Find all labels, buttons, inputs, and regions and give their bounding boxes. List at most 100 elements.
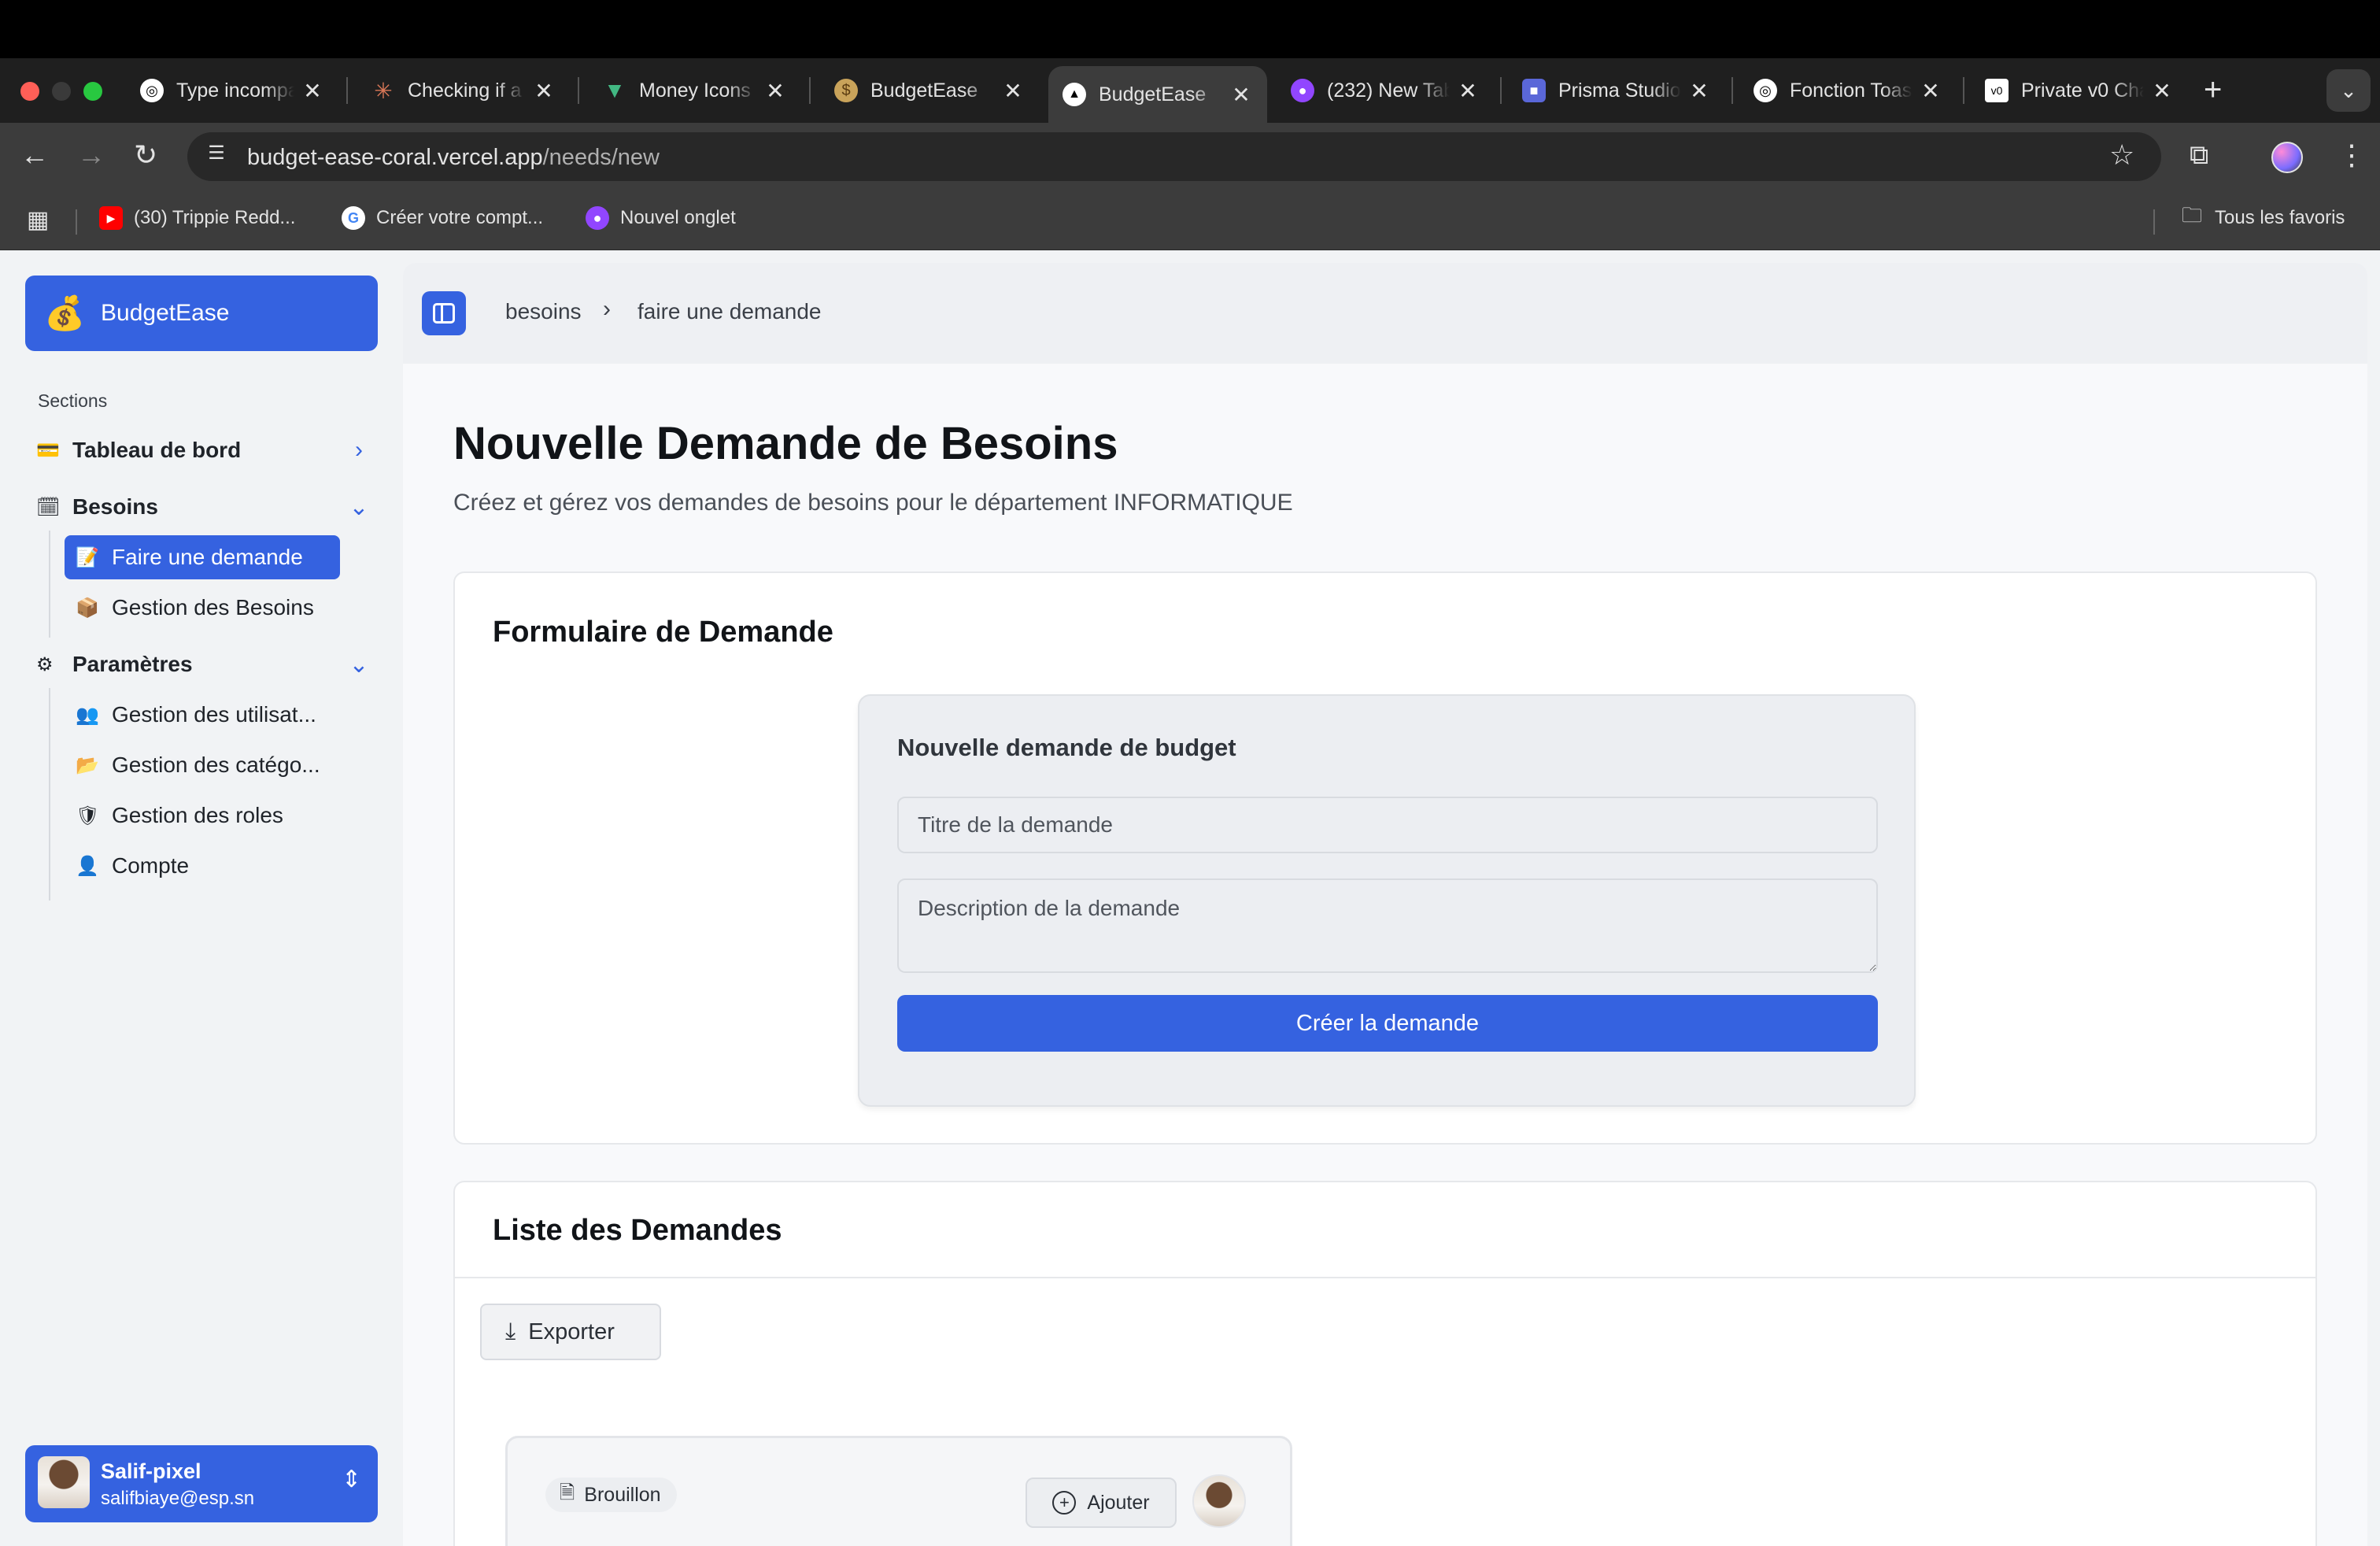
sidebar-toggle-button[interactable] <box>422 291 466 335</box>
all-bookmarks[interactable]: 🗀 Tous les favoris <box>2180 203 2345 230</box>
tab-title: Private v0 Chat <box>2021 79 2144 102</box>
requests-list-card: Liste des Demandes ⤓ Exporter 🗎 Brouillo… <box>453 1181 2317 1546</box>
gear-icon: ⚙ <box>36 653 54 675</box>
browser-tab[interactable]: $ BudgetEase ✕ <box>820 66 1039 115</box>
bookmark-youtube[interactable]: ▶ (30) Trippie Redd... <box>99 206 295 230</box>
card-divider <box>455 1277 2315 1278</box>
close-tab-icon[interactable]: ✕ <box>2150 78 2174 104</box>
avatar <box>38 1456 90 1508</box>
browser-tab[interactable]: ◎ Fonction Toast ✕ <box>1739 66 1957 115</box>
bookmark-star-icon[interactable]: ☆ <box>2109 139 2134 172</box>
tab-title: BudgetEase <box>870 79 978 102</box>
sidebar-item-roles[interactable]: 🛡 Gestion des roles <box>65 793 340 838</box>
close-tab-icon[interactable]: ✕ <box>763 78 787 104</box>
sidebar-panel-icon <box>433 303 455 324</box>
add-request-button[interactable]: + Ajouter <box>1026 1478 1177 1528</box>
calendar-icon: 🗓 <box>36 496 61 518</box>
tab-separator <box>1731 77 1733 104</box>
user-menu[interactable]: Salif-pixel salifbiaye@esp.sn ⇕ <box>25 1445 378 1522</box>
close-window-button[interactable] <box>20 82 39 101</box>
sidebar-group-besoins[interactable]: 🗓 Besoins ⌄ <box>36 485 375 529</box>
close-tab-icon[interactable]: ✕ <box>1456 78 1480 104</box>
chevron-updown-icon: ⇕ <box>342 1466 362 1492</box>
package-icon: 📦 <box>76 597 99 619</box>
url-text[interactable]: budget-ease-coral.vercel.app/needs/new <box>247 145 660 171</box>
money-bag-icon: $ <box>834 79 858 102</box>
tab-title: Fonction Toast <box>1790 79 1913 102</box>
bookmarks-separator <box>76 209 77 235</box>
request-form-card: Formulaire de Demande Nouvelle demande d… <box>453 571 2317 1145</box>
browser-menu-icon[interactable]: ⋮ <box>2338 139 2366 172</box>
request-description-textarea[interactable] <box>897 878 1878 973</box>
google-icon: G <box>342 206 365 230</box>
browser-tab[interactable]: ✳ Checking if a ✕ <box>357 66 570 115</box>
request-title-input[interactable] <box>897 797 1878 853</box>
create-request-button[interactable]: Créer la demande <box>897 995 1878 1052</box>
page-title: Nouvelle Demande de Besoins <box>453 418 1118 469</box>
reload-icon[interactable]: ↻ <box>134 139 157 172</box>
tab-title: Money Icons <box>639 79 751 102</box>
tab-title: Prisma Studio <box>1558 79 1681 102</box>
user-name: Salif-pixel <box>101 1459 201 1483</box>
new-tab-icon[interactable]: + <box>2204 72 2222 108</box>
sidebar-group-parametres[interactable]: ⚙ Paramètres ⌄ <box>36 642 375 686</box>
status-column-draft: 🗎 Brouillon + Ajouter <box>505 1436 1292 1546</box>
system-bar <box>0 0 2380 58</box>
sidebar-item-users[interactable]: 👥 Gestion des utilisat... <box>65 693 340 737</box>
memo-icon: 📝 <box>76 546 99 568</box>
export-button[interactable]: ⤓ Exporter <box>480 1304 661 1360</box>
browser-tab[interactable]: ■ Prisma Studio ✕ <box>1508 66 1725 115</box>
openai-icon: ◎ <box>1754 79 1777 102</box>
bookmark-google[interactable]: G Créer votre compt... <box>342 206 543 230</box>
card-icon: 💳 <box>36 439 60 461</box>
close-tab-icon[interactable]: ✕ <box>532 78 556 104</box>
shield-icon: 🛡 <box>76 804 100 827</box>
sidebar-item-compte[interactable]: 👤 Compte <box>65 844 340 888</box>
zoom-window-button[interactable] <box>83 82 102 101</box>
main-content: besoins › faire une demande Nouvelle Dem… <box>403 263 2367 1546</box>
sidebar-item-label: Compte <box>112 853 190 878</box>
extensions-icon[interactable]: ⧉ <box>2190 140 2208 171</box>
tab-title: (232) New Tab <box>1327 79 1450 102</box>
close-tab-icon[interactable]: ✕ <box>1001 78 1025 104</box>
browser-tab-active[interactable]: ▲ BudgetEase ✕ <box>1048 66 1267 123</box>
close-tab-icon[interactable]: ✕ <box>1919 78 1942 104</box>
add-label: Ajouter <box>1087 1491 1150 1514</box>
all-bookmarks-label: Tous les favoris <box>2215 207 2345 228</box>
bookmarks-separator <box>2153 209 2155 235</box>
brand-name: BudgetEase <box>101 300 230 326</box>
breadcrumb-parent-link[interactable]: besoins <box>505 299 582 324</box>
sidebar-group-dashboard[interactable]: 💳 Tableau de bord › <box>36 428 375 472</box>
minimize-window-button[interactable] <box>52 82 71 101</box>
breadcrumb-current: faire une demande <box>638 299 822 324</box>
apps-grid-icon[interactable]: ▦ <box>27 206 49 234</box>
sidebar-item-gestion-besoins[interactable]: 📦 Gestion des Besoins <box>65 586 340 630</box>
sidebar-item-label: Gestion des roles <box>112 803 283 827</box>
chevron-down-icon: ⌄ <box>349 494 369 520</box>
close-tab-icon[interactable]: ✕ <box>1687 78 1711 104</box>
avatar <box>1192 1474 1246 1528</box>
brand-button[interactable]: 💰 BudgetEase <box>25 276 378 351</box>
openai-icon: ◎ <box>140 79 164 102</box>
browser-tab[interactable]: ◎ Type incompatible ✕ <box>126 66 338 115</box>
download-icon: ⤓ <box>505 1319 516 1344</box>
sidebar-tree-line <box>49 688 50 901</box>
site-info-icon[interactable]: ☰ <box>201 142 231 172</box>
browser-tab[interactable]: v0 Private v0 Chat ✕ <box>1971 66 2188 115</box>
browser-tab[interactable]: ▼ Money Icons ✕ <box>589 66 801 115</box>
back-icon[interactable]: ← <box>20 139 49 172</box>
vuetify-icon: ▼ <box>604 78 626 102</box>
folder-icon: 📂 <box>76 754 99 776</box>
bookmark-new-tab[interactable]: ● Nouvel onglet <box>586 206 736 230</box>
forward-icon[interactable]: → <box>77 139 105 172</box>
sidebar-item-label: Faire une demande <box>112 545 303 569</box>
tab-search-icon[interactable]: ⌄ <box>2326 69 2371 112</box>
sidebar-item-faire-une-demande[interactable]: 📝 Faire une demande <box>65 535 340 579</box>
v0-icon: v0 <box>1985 79 2009 102</box>
sidebar-item-categories[interactable]: 📂 Gestion des catégo... <box>65 743 340 787</box>
close-tab-icon[interactable]: ✕ <box>301 78 324 104</box>
tab-separator <box>578 77 579 104</box>
browser-tab[interactable]: ● (232) New Tab ✕ <box>1277 66 1494 115</box>
close-tab-icon[interactable]: ✕ <box>1229 82 1253 108</box>
profile-avatar[interactable] <box>2271 142 2303 173</box>
